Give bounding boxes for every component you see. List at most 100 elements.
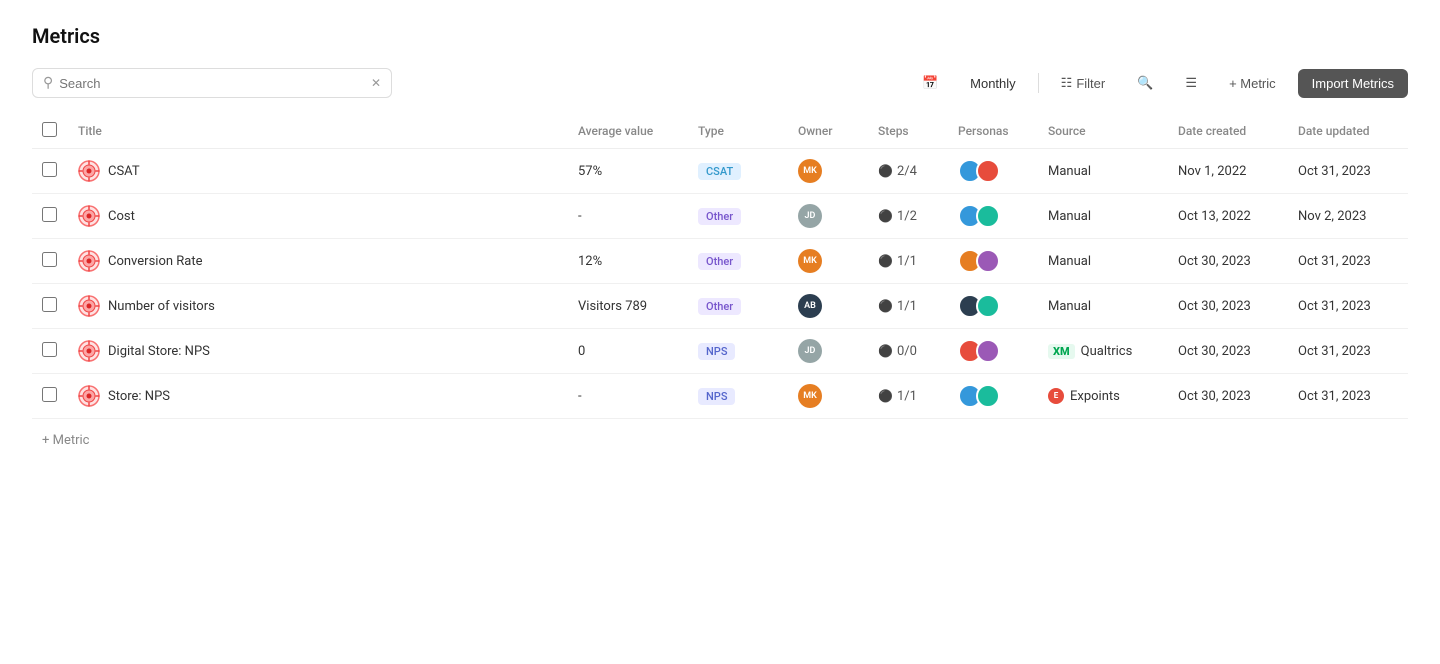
calendar-button[interactable]: 📅 xyxy=(912,69,948,97)
owner-avatar: JD xyxy=(798,339,822,363)
row-check-cell xyxy=(32,374,68,419)
table-row[interactable]: Store: NPS - NPS MK ⚫ 1/1 xyxy=(32,374,1408,419)
row-checkbox[interactable] xyxy=(42,207,57,222)
row-avg-value: 0 xyxy=(578,344,585,359)
owner-initials: JD xyxy=(805,211,816,221)
owner-avatar: MK xyxy=(798,384,822,408)
metric-icon xyxy=(78,295,100,317)
row-type-badge: CSAT xyxy=(698,163,741,180)
table-row[interactable]: Number of visitors Visitors 789 Other AB… xyxy=(32,284,1408,329)
row-date-created-cell: Nov 1, 2022 xyxy=(1168,149,1288,194)
table-row[interactable]: Digital Store: NPS 0 NPS JD ⚫ 0/0 xyxy=(32,329,1408,374)
monthly-button[interactable]: Monthly xyxy=(960,70,1026,97)
personas-avatar-group xyxy=(958,249,1028,273)
select-all-checkbox[interactable] xyxy=(42,122,57,137)
row-personas-cell xyxy=(948,239,1038,284)
filter-button[interactable]: ☷ Filter xyxy=(1051,69,1116,97)
source-name: Manual xyxy=(1048,254,1091,269)
row-date-created: Oct 30, 2023 xyxy=(1178,344,1251,359)
add-metric-toolbar-label: + Metric xyxy=(1229,76,1276,91)
list-view-button[interactable]: ☰ xyxy=(1175,69,1207,97)
row-date-created: Oct 13, 2022 xyxy=(1178,209,1251,224)
table-row[interactable]: Conversion Rate 12% Other MK ⚫ 1/1 xyxy=(32,239,1408,284)
row-avg-cell: Visitors 789 xyxy=(568,284,688,329)
table-row[interactable]: Cost - Other JD ⚫ 1/2 Manual xyxy=(32,194,1408,239)
col-header-owner: Owner xyxy=(788,114,868,149)
source-cell: E Expoints xyxy=(1048,388,1158,404)
row-checkbox[interactable] xyxy=(42,387,57,402)
row-type-cell: NPS xyxy=(688,374,788,419)
row-title: Store: NPS xyxy=(108,389,170,404)
row-personas-cell xyxy=(948,284,1038,329)
source-name: Manual xyxy=(1048,209,1091,224)
row-type-badge: NPS xyxy=(698,343,735,360)
owner-initials: MK xyxy=(803,256,817,266)
row-type-badge: Other xyxy=(698,253,741,270)
steps-icon: ⚫ xyxy=(878,164,893,178)
row-personas-cell xyxy=(948,329,1038,374)
search-button[interactable]: 🔍 xyxy=(1127,69,1163,97)
steps-icon: ⚫ xyxy=(878,344,893,358)
row-date-updated: Nov 2, 2023 xyxy=(1298,209,1366,224)
search-icon-toolbar: 🔍 xyxy=(1137,75,1153,91)
row-date-created-cell: Oct 13, 2022 xyxy=(1168,194,1288,239)
row-title: CSAT xyxy=(108,164,140,179)
row-date-updated-cell: Oct 31, 2023 xyxy=(1288,239,1408,284)
row-date-updated-cell: Oct 31, 2023 xyxy=(1288,329,1408,374)
row-date-created: Oct 30, 2023 xyxy=(1178,299,1251,314)
row-title: Cost xyxy=(108,209,135,224)
row-type-badge: Other xyxy=(698,298,741,315)
row-steps-cell: ⚫ 1/1 xyxy=(868,239,948,284)
source-cell: XM Qualtrics xyxy=(1048,344,1158,359)
row-date-created-cell: Oct 30, 2023 xyxy=(1168,284,1288,329)
metric-icon xyxy=(78,385,100,407)
row-date-updated: Oct 31, 2023 xyxy=(1298,254,1371,269)
row-checkbox[interactable] xyxy=(42,162,57,177)
row-avg-value: 57% xyxy=(578,164,602,179)
col-header-date-updated: Date updated xyxy=(1288,114,1408,149)
row-steps-cell: ⚫ 1/1 xyxy=(868,284,948,329)
row-checkbox[interactable] xyxy=(42,252,57,267)
steps-icon: ⚫ xyxy=(878,389,893,403)
row-date-updated: Oct 31, 2023 xyxy=(1298,344,1371,359)
add-metric-toolbar-button[interactable]: + Metric xyxy=(1219,70,1286,97)
row-source-cell: E Expoints xyxy=(1038,374,1168,419)
row-steps-cell: ⚫ 0/0 xyxy=(868,329,948,374)
import-metrics-button[interactable]: Import Metrics xyxy=(1298,69,1408,98)
search-icon: ⚲ xyxy=(43,75,53,91)
row-owner-cell: JD xyxy=(788,194,868,239)
row-date-created: Nov 1, 2022 xyxy=(1178,164,1246,179)
row-owner-cell: MK xyxy=(788,149,868,194)
clear-icon[interactable]: ✕ xyxy=(371,76,381,90)
col-header-avg: Average value xyxy=(568,114,688,149)
source-name: Expoints xyxy=(1070,389,1120,404)
persona-avatar-2 xyxy=(976,384,1000,408)
row-personas-cell xyxy=(948,374,1038,419)
row-source-cell: Manual xyxy=(1038,149,1168,194)
row-date-updated: Oct 31, 2023 xyxy=(1298,164,1371,179)
calendar-icon: 📅 xyxy=(922,75,938,91)
row-avg-value: 12% xyxy=(578,254,602,269)
row-type-badge: Other xyxy=(698,208,741,225)
add-metric-label: + Metric xyxy=(42,433,89,448)
row-date-created: Oct 30, 2023 xyxy=(1178,254,1251,269)
personas-avatar-group xyxy=(958,294,1028,318)
add-metric-row[interactable]: + Metric xyxy=(32,419,1408,462)
row-avg-cell: - xyxy=(568,374,688,419)
metric-icon xyxy=(78,340,100,362)
row-checkbox[interactable] xyxy=(42,297,57,312)
row-date-created-cell: Oct 30, 2023 xyxy=(1168,239,1288,284)
search-input[interactable] xyxy=(59,76,371,91)
owner-initials: AB xyxy=(804,301,816,311)
row-checkbox[interactable] xyxy=(42,342,57,357)
row-date-updated-cell: Oct 31, 2023 xyxy=(1288,149,1408,194)
owner-initials: MK xyxy=(803,166,817,176)
table-row[interactable]: CSAT 57% CSAT MK ⚫ 2/4 Manual xyxy=(32,149,1408,194)
col-header-title: Title xyxy=(68,114,568,149)
row-date-created: Oct 30, 2023 xyxy=(1178,389,1251,404)
row-type-cell: CSAT xyxy=(688,149,788,194)
owner-avatar: AB xyxy=(798,294,822,318)
persona-avatar-2 xyxy=(976,204,1000,228)
row-type-cell: NPS xyxy=(688,329,788,374)
row-avg-cell: 57% xyxy=(568,149,688,194)
